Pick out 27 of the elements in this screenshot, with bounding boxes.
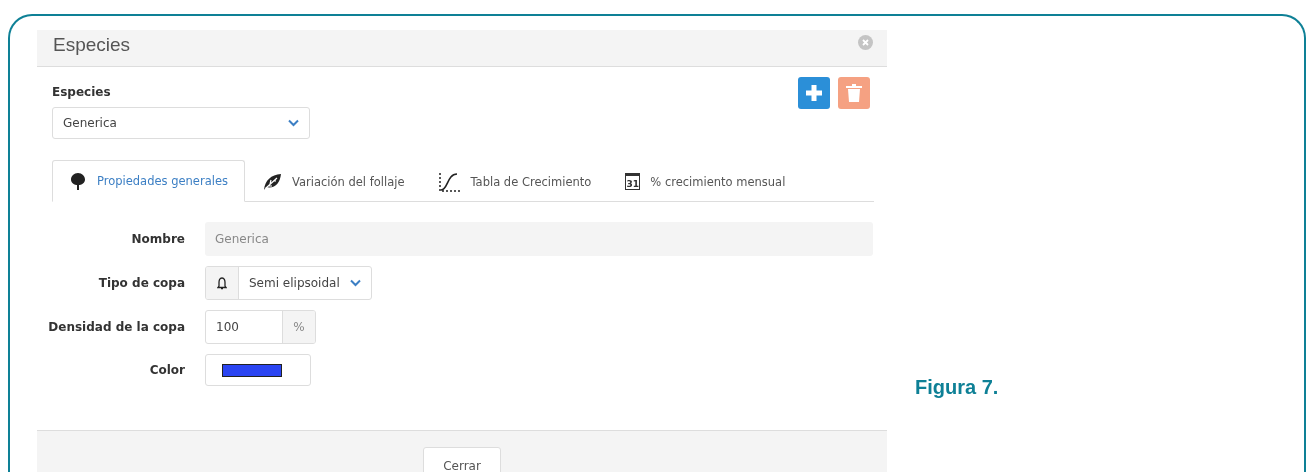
field-label: Nombre: [130, 232, 185, 246]
figure-caption: Figura 7.: [915, 376, 999, 399]
bell-icon: [217, 276, 227, 290]
chevron-down-icon: [349, 279, 361, 287]
tab[interactable]: Propiedades generales: [52, 160, 245, 202]
species-select[interactable]: Generica: [52, 107, 310, 139]
leaf-icon: [261, 172, 282, 191]
dialog-title: Especies: [53, 34, 131, 56]
trash-icon: [846, 83, 862, 103]
color-picker[interactable]: [205, 354, 311, 386]
chevron-down-icon: [288, 119, 299, 127]
tab[interactable]: Tabla de Crecimiento: [421, 160, 609, 202]
crown-type-select[interactable]: Semi elipsoidal: [205, 266, 372, 300]
delete-button[interactable]: [838, 77, 870, 109]
field-label: Densidad de la copa: [47, 320, 185, 334]
plus-icon: [805, 84, 823, 102]
tab[interactable]: Variación del follaje: [244, 160, 422, 202]
tree-icon: [69, 172, 87, 190]
species-label: Especies: [52, 85, 112, 99]
field-label: Color: [148, 363, 185, 377]
density-field[interactable]: 100 %: [205, 310, 316, 344]
close-button[interactable]: Cerrar: [423, 447, 501, 472]
add-button[interactable]: [798, 77, 830, 109]
tab[interactable]: 31 % crecimiento mensual: [608, 160, 803, 202]
growth-curve-icon: [438, 171, 461, 192]
field-label: Tipo de copa: [97, 276, 185, 290]
calendar-icon: 31: [625, 173, 641, 190]
